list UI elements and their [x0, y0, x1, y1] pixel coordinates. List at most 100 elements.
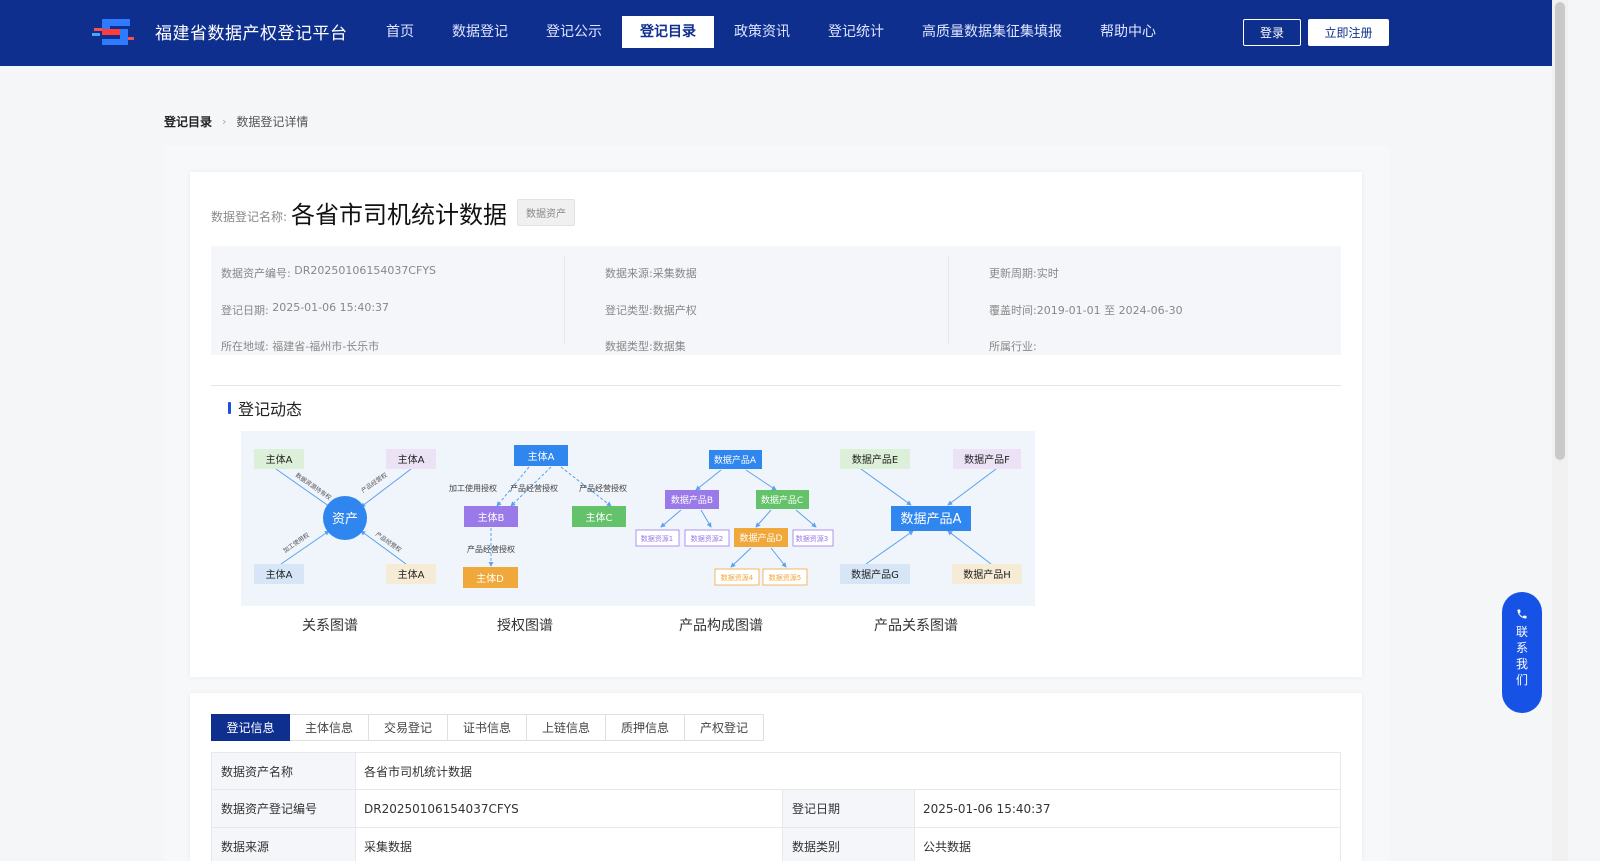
- contact-char-4: 们: [1515, 673, 1528, 687]
- graph-label-authorization[interactable]: 授权图谱: [497, 615, 553, 635]
- record-title-row: 数据登记名称: 各省市司机统计数据 数据资产: [211, 195, 576, 230]
- info-column-2: 数据来源:采集数据 登记类型:数据产权 数据类型:数据集: [564, 256, 948, 353]
- g2-edge-2: 产品经营授权: [510, 483, 558, 493]
- contact-char-2: 系: [1515, 641, 1528, 655]
- g1-edge-3: 加工使用权: [282, 531, 311, 555]
- table-row: 数据资产名称 各省市司机统计数据: [211, 752, 1341, 790]
- chevron-right-icon: ›: [222, 115, 227, 128]
- relation-graph[interactable]: 数据资源持有权 产品经营权 加工使用权 产品经营权 主体A 主体A 主体A 主体…: [254, 449, 436, 584]
- table-cell: 各省市司机统计数据: [364, 764, 473, 779]
- product-relation-graph[interactable]: 数据产品E 数据产品F 数据产品G 数据产品H 数据产品A: [840, 449, 1022, 584]
- table-row: 数据来源 采集数据 数据类别 公共数据: [211, 828, 1341, 861]
- reg-type-key: 登记类型:: [605, 304, 653, 317]
- breadcrumb-current: 数据登记详情: [236, 115, 309, 129]
- nav-register-catalog[interactable]: 登记目录: [622, 16, 714, 48]
- g2-edge-3: 产品经营授权: [579, 483, 627, 493]
- main-nav: 首页 数据登记 登记公示 登记目录 政策资讯 登记统计 高质量数据集征集填报 帮…: [368, 16, 1176, 48]
- g1-edge-4: 产品经营权: [374, 530, 403, 554]
- g3-product-b: 数据产品B: [671, 494, 713, 506]
- tab-chain-info[interactable]: 上链信息: [527, 714, 606, 741]
- g2-edge-4: 产品经营授权: [467, 544, 515, 554]
- region-value: 福建省-福州市-长乐市: [272, 340, 380, 353]
- g4-node-g: 数据产品G: [851, 568, 899, 581]
- nav-register-public[interactable]: 登记公示: [528, 16, 620, 48]
- industry-key: 所属行业:: [989, 340, 1037, 353]
- source-key: 数据来源:: [605, 267, 653, 280]
- region-key: 所在地域:: [221, 340, 269, 353]
- cycle-value: 实时: [1036, 267, 1059, 280]
- g3-top: 数据产品A: [714, 454, 757, 466]
- asset-no-value: DR20250106154037CFYS: [294, 264, 437, 277]
- g3-resource-3: 数据资源3: [796, 534, 828, 543]
- login-button[interactable]: 登录: [1243, 19, 1301, 46]
- tab-register-info[interactable]: 登记信息: [211, 714, 290, 741]
- cover-value: 2019-01-01 至 2024-06-30: [1036, 304, 1183, 317]
- tab-subject-info[interactable]: 主体信息: [290, 714, 369, 741]
- record-info-box: 数据资产编号: DR20250106154037CFYS 登记日期: 2025-…: [211, 246, 1341, 355]
- g1-node-2: 主体A: [398, 454, 425, 466]
- graph-label-relation[interactable]: 关系图谱: [302, 615, 358, 635]
- authorization-graph[interactable]: 加工使用授权 产品经营授权 产品经营授权 产品经营授权 主体A 主体B 主体C …: [449, 445, 627, 588]
- g3-product-d: 数据产品D: [740, 532, 783, 544]
- tab-trade-register[interactable]: 交易登记: [369, 714, 448, 741]
- info-column-1: 数据资产编号: DR20250106154037CFYS 登记日期: 2025-…: [211, 256, 564, 353]
- reg-date-key: 登记日期:: [221, 304, 269, 317]
- section-title: 登记动态: [238, 400, 303, 419]
- nav-register-stats[interactable]: 登记统计: [810, 16, 902, 48]
- nav-dataset-collection[interactable]: 高质量数据集征集填报: [904, 16, 1080, 48]
- reg-type-value: 数据产权: [652, 304, 697, 317]
- table-header-cell: 数据资产名称: [212, 753, 356, 789]
- tab-certificate-info[interactable]: 证书信息: [448, 714, 527, 741]
- nav-home[interactable]: 首页: [368, 16, 432, 48]
- data-type-value: 数据集: [652, 340, 686, 353]
- g1-edge-2: 产品经营权: [360, 471, 389, 495]
- g1-node-4: 主体A: [398, 569, 425, 581]
- nav-data-register[interactable]: 数据登记: [434, 16, 526, 48]
- graph-label-composition[interactable]: 产品构成图谱: [679, 615, 763, 635]
- info-column-3: 更新周期:实时 覆盖时间:2019-01-01 至 2024-06-30 所属行…: [948, 256, 1341, 353]
- table-header-cell: 数据来源: [212, 828, 356, 861]
- cycle-key: 更新周期:: [989, 267, 1037, 280]
- g1-edge-1: 数据资源持有权: [294, 471, 333, 502]
- g4-node-h: 数据产品H: [963, 568, 1011, 581]
- section-title-row: 登记动态: [228, 396, 302, 420]
- reg-date-value: 2025-01-06 15:40:37: [272, 301, 390, 314]
- nav-help-center[interactable]: 帮助中心: [1082, 16, 1174, 48]
- platform-logo-icon[interactable]: [92, 15, 136, 49]
- product-composition-graph[interactable]: 数据产品A 数据产品B 数据产品C 数据产品D 数据资源1 数据资源2 数据资源…: [635, 450, 834, 586]
- g3-resource-1: 数据资源1: [641, 534, 673, 543]
- g2-left: 主体B: [478, 512, 505, 524]
- g4-center: 数据产品A: [901, 512, 962, 527]
- g4-node-f: 数据产品F: [964, 453, 1010, 466]
- register-button[interactable]: 立即注册: [1308, 19, 1389, 46]
- g3-resource-4: 数据资源4: [721, 573, 754, 582]
- graph-label-product-relation[interactable]: 产品关系图谱: [874, 615, 958, 635]
- contact-char-3: 我: [1515, 657, 1528, 671]
- record-name-label: 数据登记名称:: [211, 210, 288, 224]
- contact-us-button[interactable]: 联 系 我 们: [1502, 592, 1542, 713]
- record-type-badge: 数据资产: [517, 199, 576, 226]
- page-scrollbar-thumb[interactable]: [1555, 2, 1565, 460]
- section-divider: [211, 385, 1341, 386]
- brand-title[interactable]: 福建省数据产权登记平台: [155, 19, 348, 44]
- g2-edge-1: 加工使用授权: [449, 483, 497, 493]
- contact-char-1: 联: [1515, 625, 1528, 639]
- nav-policy-news[interactable]: 政策资讯: [716, 16, 808, 48]
- g2-bottom: 主体D: [476, 573, 504, 585]
- breadcrumb: 登记目录 › 数据登记详情: [164, 113, 308, 130]
- breadcrumb-catalog-link[interactable]: 登记目录: [164, 113, 212, 130]
- tab-pledge-info[interactable]: 质押信息: [606, 714, 685, 741]
- phone-icon: [1517, 609, 1527, 619]
- top-header: 福建省数据产权登记平台 首页 数据登记 登记公示 登记目录 政策资讯 登记统计 …: [0, 0, 1552, 66]
- g4-node-e: 数据产品E: [852, 453, 898, 466]
- g2-right: 主体C: [586, 512, 613, 524]
- table-cell: 公共数据: [923, 840, 972, 854]
- table-cell: DR20250106154037CFYS: [356, 790, 783, 827]
- record-name: 各省市司机统计数据: [291, 201, 508, 229]
- contact-us-text: 联 系 我 们: [1516, 624, 1528, 688]
- table-cell: 2025-01-06 15:40:37: [923, 801, 1051, 816]
- asset-no-key: 数据资产编号:: [221, 267, 291, 280]
- section-accent-bar: [228, 402, 231, 414]
- cover-key: 覆盖时间:: [989, 304, 1037, 317]
- tab-property-register[interactable]: 产权登记: [685, 714, 764, 741]
